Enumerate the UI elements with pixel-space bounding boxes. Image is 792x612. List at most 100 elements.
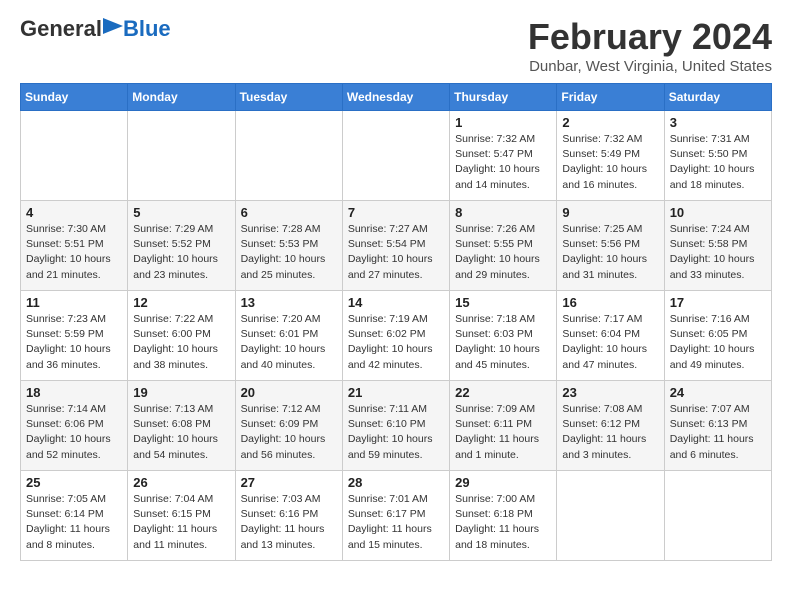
day-number: 16 (562, 295, 658, 310)
calendar-cell: 11 Sunrise: 7:23 AM Sunset: 5:59 PM Dayli… (21, 291, 128, 381)
calendar-cell: 3 Sunrise: 7:31 AM Sunset: 5:50 PM Daylig… (664, 111, 771, 201)
calendar-cell: 9 Sunrise: 7:25 AM Sunset: 5:56 PM Daylig… (557, 201, 664, 291)
day-number: 2 (562, 115, 658, 130)
day-number: 3 (670, 115, 766, 130)
calendar-cell: 28 Sunrise: 7:01 AM Sunset: 6:17 PM Dayli… (342, 471, 449, 561)
calendar-cell: 5 Sunrise: 7:29 AM Sunset: 5:52 PM Daylig… (128, 201, 235, 291)
calendar-cell (342, 111, 449, 201)
calendar-cell: 20Sunrise: 7:12 AM Sunset: 6:09 PM Dayli… (235, 381, 342, 471)
day-info: Sunrise: 7:20 AM Sunset: 6:01 PM Dayligh… (241, 312, 337, 373)
day-info: Sunrise: 7:29 AM Sunset: 5:52 PM Dayligh… (133, 222, 229, 283)
day-info: Sunrise: 7:17 AM Sunset: 6:04 PM Dayligh… (562, 312, 658, 373)
day-info: Sunrise: 7:19 AM Sunset: 6:02 PM Dayligh… (348, 312, 444, 373)
day-info: Sunrise: 7:03 AM Sunset: 6:16 PM Dayligh… (241, 492, 337, 553)
calendar-cell: 10Sunrise: 7:24 AM Sunset: 5:58 PM Dayli… (664, 201, 771, 291)
calendar-cell (128, 111, 235, 201)
weekday-header-thursday: Thursday (450, 84, 557, 111)
day-info: Sunrise: 7:22 AM Sunset: 6:00 PM Dayligh… (133, 312, 229, 373)
calendar-cell: 4 Sunrise: 7:30 AM Sunset: 5:51 PM Daylig… (21, 201, 128, 291)
day-number: 15 (455, 295, 551, 310)
day-info: Sunrise: 7:28 AM Sunset: 5:53 PM Dayligh… (241, 222, 337, 283)
day-number: 10 (670, 205, 766, 220)
calendar-week-1: 1 Sunrise: 7:32 AM Sunset: 5:47 PM Daylig… (21, 111, 772, 201)
day-number: 7 (348, 205, 444, 220)
calendar-cell: 26Sunrise: 7:04 AM Sunset: 6:15 PM Dayli… (128, 471, 235, 561)
calendar-cell: 8Sunrise: 7:26 AM Sunset: 5:55 PM Daylig… (450, 201, 557, 291)
calendar-cell: 2 Sunrise: 7:32 AM Sunset: 5:49 PM Daylig… (557, 111, 664, 201)
day-number: 5 (133, 205, 229, 220)
day-info: Sunrise: 7:07 AM Sunset: 6:13 PM Dayligh… (670, 402, 766, 463)
day-number: 19 (133, 385, 229, 400)
day-info: Sunrise: 7:00 AM Sunset: 6:18 PM Dayligh… (455, 492, 551, 553)
day-info: Sunrise: 7:32 AM Sunset: 5:49 PM Dayligh… (562, 132, 658, 193)
day-info: Sunrise: 7:04 AM Sunset: 6:15 PM Dayligh… (133, 492, 229, 553)
calendar-cell: 27 Sunrise: 7:03 AM Sunset: 6:16 PM Dayli… (235, 471, 342, 561)
day-info: Sunrise: 7:18 AM Sunset: 6:03 PM Dayligh… (455, 312, 551, 373)
day-info: Sunrise: 7:23 AM Sunset: 5:59 PM Dayligh… (26, 312, 122, 373)
day-info: Sunrise: 7:25 AM Sunset: 5:56 PM Dayligh… (562, 222, 658, 283)
month-title: February 2024 (528, 16, 772, 58)
day-number: 11 (26, 295, 122, 310)
day-info: Sunrise: 7:12 AM Sunset: 6:09 PM Dayligh… (241, 402, 337, 463)
calendar-cell: 19 Sunrise: 7:13 AM Sunset: 6:08 PM Dayli… (128, 381, 235, 471)
title-block: February 2024 Dunbar, West Virginia, Uni… (528, 16, 772, 75)
logo: General Blue (20, 16, 171, 42)
day-info: Sunrise: 7:27 AM Sunset: 5:54 PM Dayligh… (348, 222, 444, 283)
day-info: Sunrise: 7:01 AM Sunset: 6:17 PM Dayligh… (348, 492, 444, 553)
location-subtitle: Dunbar, West Virginia, United States (528, 58, 772, 75)
calendar-cell: 12Sunrise: 7:22 AM Sunset: 6:00 PM Dayli… (128, 291, 235, 381)
day-info: Sunrise: 7:26 AM Sunset: 5:55 PM Dayligh… (455, 222, 551, 283)
day-number: 29 (455, 475, 551, 490)
page-header: General Blue February 2024 Dunbar, West V… (20, 16, 772, 75)
calendar-cell (664, 471, 771, 561)
day-number: 6 (241, 205, 337, 220)
day-number: 1 (455, 115, 551, 130)
calendar-week-3: 11 Sunrise: 7:23 AM Sunset: 5:59 PM Dayli… (21, 291, 772, 381)
day-number: 9 (562, 205, 658, 220)
calendar-cell: 6 Sunrise: 7:28 AM Sunset: 5:53 PM Daylig… (235, 201, 342, 291)
weekday-header-wednesday: Wednesday (342, 84, 449, 111)
weekday-header-tuesday: Tuesday (235, 84, 342, 111)
day-info: Sunrise: 7:30 AM Sunset: 5:51 PM Dayligh… (26, 222, 122, 283)
calendar-cell (235, 111, 342, 201)
day-info: Sunrise: 7:05 AM Sunset: 6:14 PM Dayligh… (26, 492, 122, 553)
calendar-cell: 1 Sunrise: 7:32 AM Sunset: 5:47 PM Daylig… (450, 111, 557, 201)
day-number: 18 (26, 385, 122, 400)
logo-icon (103, 18, 123, 40)
calendar-cell: 23 Sunrise: 7:08 AM Sunset: 6:12 PM Dayli… (557, 381, 664, 471)
day-number: 27 (241, 475, 337, 490)
day-info: Sunrise: 7:08 AM Sunset: 6:12 PM Dayligh… (562, 402, 658, 463)
calendar-cell: 22Sunrise: 7:09 AM Sunset: 6:11 PM Dayli… (450, 381, 557, 471)
calendar-cell: 7 Sunrise: 7:27 AM Sunset: 5:54 PM Daylig… (342, 201, 449, 291)
day-info: Sunrise: 7:16 AM Sunset: 6:05 PM Dayligh… (670, 312, 766, 373)
calendar-cell: 29 Sunrise: 7:00 AM Sunset: 6:18 PM Dayli… (450, 471, 557, 561)
calendar-cell: 13 Sunrise: 7:20 AM Sunset: 6:01 PM Dayli… (235, 291, 342, 381)
day-info: Sunrise: 7:11 AM Sunset: 6:10 PM Dayligh… (348, 402, 444, 463)
day-number: 17 (670, 295, 766, 310)
day-number: 21 (348, 385, 444, 400)
day-number: 28 (348, 475, 444, 490)
calendar-cell: 21 Sunrise: 7:11 AM Sunset: 6:10 PM Dayli… (342, 381, 449, 471)
day-number: 25 (26, 475, 122, 490)
calendar-week-5: 25 Sunrise: 7:05 AM Sunset: 6:14 PM Dayli… (21, 471, 772, 561)
calendar-cell: 18Sunrise: 7:14 AM Sunset: 6:06 PM Dayli… (21, 381, 128, 471)
weekday-header-friday: Friday (557, 84, 664, 111)
calendar-cell: 16 Sunrise: 7:17 AM Sunset: 6:04 PM Dayli… (557, 291, 664, 381)
day-number: 4 (26, 205, 122, 220)
logo-general-text: General (20, 16, 102, 42)
day-info: Sunrise: 7:13 AM Sunset: 6:08 PM Dayligh… (133, 402, 229, 463)
day-number: 14 (348, 295, 444, 310)
calendar-cell (21, 111, 128, 201)
day-info: Sunrise: 7:31 AM Sunset: 5:50 PM Dayligh… (670, 132, 766, 193)
day-info: Sunrise: 7:32 AM Sunset: 5:47 PM Dayligh… (455, 132, 551, 193)
day-number: 23 (562, 385, 658, 400)
calendar-cell: 14 Sunrise: 7:19 AM Sunset: 6:02 PM Dayli… (342, 291, 449, 381)
logo-blue-text: Blue (123, 16, 171, 42)
calendar-cell (557, 471, 664, 561)
calendar-cell: 15 Sunrise: 7:18 AM Sunset: 6:03 PM Dayli… (450, 291, 557, 381)
day-number: 13 (241, 295, 337, 310)
calendar-cell: 25 Sunrise: 7:05 AM Sunset: 6:14 PM Dayli… (21, 471, 128, 561)
day-number: 22 (455, 385, 551, 400)
weekday-header-monday: Monday (128, 84, 235, 111)
calendar-week-4: 18Sunrise: 7:14 AM Sunset: 6:06 PM Dayli… (21, 381, 772, 471)
